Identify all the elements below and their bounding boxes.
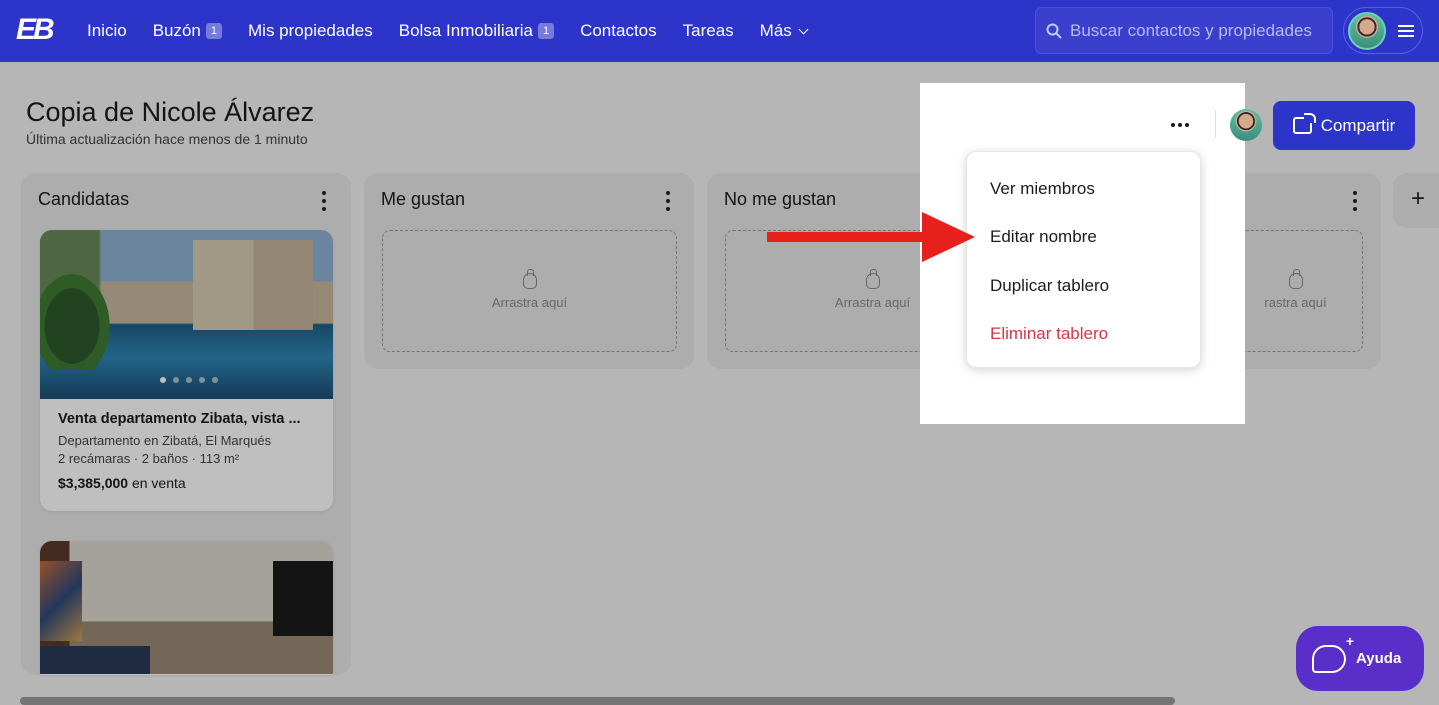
grab-hand-icon bbox=[1288, 268, 1303, 289]
nav-label: Tareas bbox=[682, 21, 734, 40]
annotation-arrow-icon bbox=[767, 212, 975, 262]
carousel-dots[interactable] bbox=[160, 377, 218, 383]
nav-item-bolsa-inmobiliaria[interactable]: Bolsa Inmobiliaria 1 bbox=[386, 21, 567, 41]
member-avatar[interactable] bbox=[1230, 109, 1262, 141]
dropzone[interactable]: Arrastra aquí bbox=[382, 230, 677, 352]
column-me-gustan: Me gustan Arrastra aquí bbox=[364, 173, 694, 369]
dropzone-label: Arrastra aquí bbox=[834, 294, 911, 310]
column-candidatas: Candidatas Venta departamento Zibata, vi… bbox=[21, 173, 351, 675]
grab-hand-icon bbox=[522, 268, 537, 289]
share-button[interactable]: Compartir bbox=[1273, 101, 1415, 150]
menu-item-editar-nombre[interactable]: Editar nombre bbox=[990, 227, 1097, 247]
user-menu[interactable] bbox=[1343, 7, 1423, 54]
search-box[interactable] bbox=[1035, 7, 1333, 54]
horizontal-scrollbar[interactable] bbox=[20, 697, 1175, 705]
nav-badge: 1 bbox=[537, 23, 555, 39]
help-label: Ayuda bbox=[1356, 650, 1402, 667]
nav-label: Inicio bbox=[87, 21, 127, 40]
nav-items: Inicio Buzón 1 Mis propiedades Bolsa Inmo… bbox=[74, 0, 820, 62]
column-title: Candidatas bbox=[38, 189, 130, 209]
page-title: Copia de Nicole Álvarez bbox=[26, 97, 315, 127]
nav-item-mis-propiedades[interactable]: Mis propiedades bbox=[235, 21, 386, 41]
divider bbox=[1215, 110, 1216, 138]
column-menu-icon[interactable] bbox=[1352, 191, 1358, 211]
nav-label: Bolsa Inmobiliaria bbox=[398, 21, 533, 40]
grab-hand-icon bbox=[865, 268, 880, 289]
nav-item-mas[interactable]: Más bbox=[747, 21, 820, 41]
property-type: Departamento en Zibatá, El Marqués bbox=[58, 433, 272, 448]
logo[interactable]: EB bbox=[16, 13, 58, 47]
price-value: $3,385,000 bbox=[58, 475, 129, 491]
search-icon bbox=[1046, 23, 1062, 38]
price-suffix: en venta bbox=[131, 475, 186, 491]
menu-item-duplicar-tablero[interactable]: Duplicar tablero bbox=[990, 276, 1109, 296]
column-title: No me gustan bbox=[724, 189, 837, 209]
plus-icon: + bbox=[1411, 185, 1426, 212]
top-nav: EB Inicio Buzón 1 Mis propiedades Bolsa I… bbox=[0, 0, 1439, 62]
column-menu-icon[interactable] bbox=[321, 191, 327, 211]
menu-item-eliminar-tablero[interactable]: Eliminar tablero bbox=[990, 324, 1108, 344]
chevron-down-icon bbox=[798, 24, 809, 34]
nav-item-buzon[interactable]: Buzón 1 bbox=[140, 21, 235, 41]
search-input[interactable] bbox=[1070, 20, 1330, 41]
chat-bubble-icon bbox=[1312, 633, 1354, 673]
hamburger-icon bbox=[1398, 24, 1414, 37]
nav-label: Contactos bbox=[580, 21, 657, 40]
more-options-button[interactable] bbox=[1167, 113, 1193, 137]
avatar bbox=[1348, 11, 1386, 50]
share-label: Compartir bbox=[1320, 115, 1396, 135]
column-menu-icon[interactable] bbox=[665, 191, 671, 211]
property-card[interactable] bbox=[40, 541, 333, 675]
nav-label: Mis propiedades bbox=[248, 21, 373, 40]
dropzone-label: rastra aquí bbox=[1264, 294, 1327, 310]
property-card[interactable]: Venta departamento Zibata, vista ... Dep… bbox=[40, 230, 333, 511]
property-price: $3,385,000 en venta bbox=[58, 475, 315, 491]
board-options-menu: Ver miembros Editar nombre Duplicar tabl… bbox=[966, 151, 1201, 368]
share-icon bbox=[1292, 113, 1316, 134]
page-subtitle: Última actualización hace menos de 1 min… bbox=[26, 131, 308, 147]
property-specs: 2 recámaras · 2 baños · 113 m² bbox=[58, 451, 240, 466]
property-photo bbox=[40, 230, 333, 399]
add-column-button[interactable]: + bbox=[1393, 173, 1439, 228]
menu-item-ver-miembros[interactable]: Ver miembros bbox=[990, 179, 1095, 199]
nav-item-contactos[interactable]: Contactos bbox=[567, 21, 670, 41]
nav-label: Buzón bbox=[152, 21, 201, 40]
nav-label: Más bbox=[759, 21, 792, 40]
nav-badge: 1 bbox=[205, 23, 223, 39]
help-button[interactable]: Ayuda bbox=[1296, 626, 1424, 691]
nav-item-tareas[interactable]: Tareas bbox=[670, 21, 747, 41]
column-title: Me gustan bbox=[381, 189, 466, 209]
dropzone-label: Arrastra aquí bbox=[491, 294, 568, 310]
property-photo bbox=[40, 541, 333, 674]
property-title: Venta departamento Zibata, vista ... bbox=[58, 411, 301, 427]
nav-item-inicio[interactable]: Inicio bbox=[74, 21, 140, 41]
